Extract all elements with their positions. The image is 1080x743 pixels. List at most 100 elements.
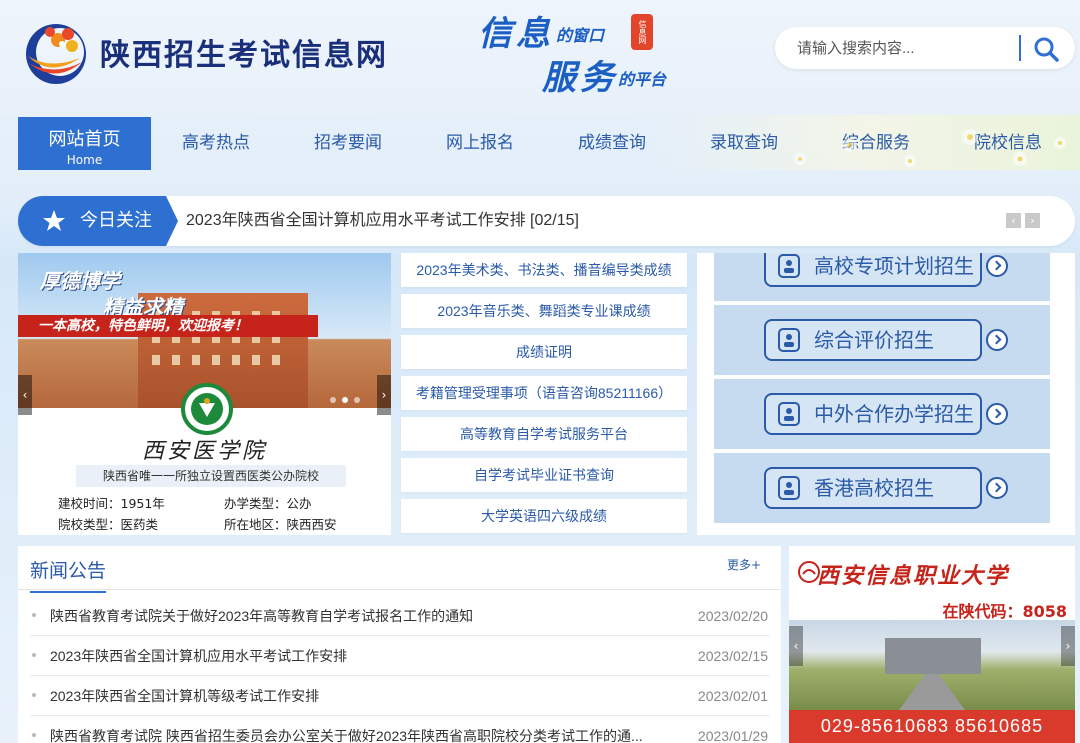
nav-home-sub: Home	[66, 153, 103, 167]
admission-pill: 香港高校招生	[764, 467, 982, 509]
news-headline[interactable]: 2023年陕西省全国计算机应用水平考试工作安排	[50, 636, 650, 676]
slogan-line2-big: 服务	[542, 58, 618, 98]
special-admissions-panel: 高校专项计划招生 综合评价招生 中外合作办学招生 香港高校招生	[697, 253, 1075, 535]
news-row[interactable]: 陕西省教育考试院 陕西省招生委员会办公室关于做好2023年陕西省高职院校分类考试…	[30, 716, 770, 743]
nav-item-admission[interactable]: 录取查询	[688, 115, 800, 170]
chevron-right-icon	[986, 477, 1008, 499]
search-icon[interactable]	[1033, 36, 1059, 62]
news-date: 2023/02/15	[697, 648, 768, 664]
main-nav: 网站首页 Home 高考热点 招考要闻 网上报名 成绩查询 录取查询 综合服务 …	[0, 115, 1080, 170]
school-type: 院校类型：医药类	[58, 517, 159, 532]
news-row[interactable]: 陕西省教育考试院关于做好2023年高等教育自学考试报名工作的通知 2023/02…	[30, 596, 770, 636]
slogan-stamp: 信息网	[631, 14, 653, 50]
quick-link-item[interactable]: 2023年美术类、书法类、播音编导类成绩	[401, 253, 687, 287]
news-date: 2023/02/20	[697, 608, 768, 624]
document-icon	[778, 476, 800, 500]
ticker-label: 今日关注	[18, 196, 178, 246]
ad-next-button[interactable]: ›	[1061, 626, 1075, 666]
news-headline[interactable]: 陕西省教育考试院 陕西省招生委员会办公室关于做好2023年陕西省高职院校分类考试…	[50, 716, 650, 743]
news-date: 2023/01/29	[697, 728, 768, 743]
admission-label: 高校专项计划招生	[814, 254, 974, 278]
admission-label: 综合评价招生	[814, 328, 934, 352]
document-icon	[778, 402, 800, 426]
carousel-dot-active[interactable]	[342, 397, 348, 403]
bullet-icon	[32, 653, 36, 657]
admission-pill: 综合评价招生	[764, 319, 982, 361]
news-row[interactable]: 2023年陕西省全国计算机应用水平考试工作安排 2023/02/15	[30, 636, 770, 676]
slogan-line1-big: 信息	[478, 14, 554, 54]
nav-item-services[interactable]: 综合服务	[820, 115, 932, 170]
document-icon	[778, 328, 800, 352]
nav-item-colleges[interactable]: 院校信息	[952, 115, 1064, 170]
slogan-line2-small: 的平台	[618, 70, 667, 89]
chevron-right-icon	[986, 255, 1008, 277]
nav-item-registration[interactable]: 网上报名	[424, 115, 536, 170]
news-headline[interactable]: 陕西省教育考试院关于做好2023年高等教育自学考试报名工作的通知	[50, 596, 650, 636]
carousel-dot[interactable]	[354, 397, 360, 403]
nav-home-label: 网站首页	[48, 129, 121, 150]
news-panel: 新闻公告 更多+ 陕西省教育考试院关于做好2023年高等教育自学考试报名工作的通…	[18, 546, 781, 743]
chevron-right-icon	[986, 329, 1008, 351]
quick-link-item[interactable]: 2023年音乐类、舞蹈类专业课成绩	[401, 294, 687, 328]
star-icon	[43, 210, 65, 231]
search-box	[775, 27, 1075, 69]
school-banner[interactable]: 厚德博学 精益求精 一本高校，特色鲜明，欢迎报考！ ‹ › 西安医学院 陕西省唯…	[18, 253, 391, 535]
nav-home[interactable]: 网站首页 Home	[18, 117, 151, 170]
quick-link-item[interactable]: 考籍管理受理事项（语音咨询85211166）	[401, 376, 687, 410]
school-run-type: 办学类型：公办	[224, 496, 312, 511]
news-date: 2023/02/01	[697, 688, 768, 704]
admission-card-comprehensive[interactable]: 综合评价招生	[714, 305, 1050, 375]
ad-phone: 029-85610683 85610685	[789, 710, 1075, 743]
banner-slogan-3: 一本高校，特色鲜明，欢迎报考！	[18, 315, 318, 337]
school-location: 所在地区：陕西西安	[224, 517, 337, 532]
bullet-icon	[32, 613, 36, 617]
admission-card-hongkong[interactable]: 香港高校招生	[714, 453, 1050, 523]
school-emblem-icon	[181, 383, 233, 435]
school-tagline: 陕西省唯一一所独立设置西医类公办院校	[76, 465, 346, 487]
admission-card-sino-foreign[interactable]: 中外合作办学招生	[714, 379, 1050, 449]
nav-item-news[interactable]: 招考要闻	[292, 115, 404, 170]
quick-link-item[interactable]: 成绩证明	[401, 335, 687, 369]
news-divider	[18, 589, 781, 590]
news-headline[interactable]: 2023年陕西省全国计算机等级考试工作安排	[50, 676, 650, 716]
nav-item-gaokao[interactable]: 高考热点	[160, 115, 272, 170]
slogan-line1-small: 的窗口	[556, 26, 605, 45]
quick-link-item[interactable]: 自学考试毕业证书查询	[401, 458, 687, 492]
school-founded: 建校时间：1951年	[58, 496, 165, 511]
quick-link-item[interactable]: 高等教育自学考试服务平台	[401, 417, 687, 451]
ticker-headline[interactable]: 2023年陕西省全国计算机应用水平考试工作安排 [02/15]	[186, 196, 579, 246]
campus-gate-image	[885, 638, 981, 674]
site-logo-icon[interactable]	[20, 14, 92, 86]
admission-pill: 高校专项计划招生	[764, 253, 982, 287]
banner-slogan-1: 厚德博学	[40, 269, 120, 293]
campus-photo	[789, 620, 1075, 710]
banner-next-button[interactable]: ›	[377, 375, 391, 415]
news-more-link[interactable]: 更多+	[727, 556, 761, 573]
news-row[interactable]: 2023年陕西省全国计算机等级考试工作安排 2023/02/01	[30, 676, 770, 716]
search-divider	[1019, 35, 1021, 61]
chevron-right-icon	[986, 403, 1008, 425]
ticker-label-text: 今日关注	[80, 210, 152, 231]
admission-label: 香港高校招生	[814, 476, 934, 500]
ticker-prev-button[interactable]: ‹	[1006, 213, 1021, 228]
nav-item-scores[interactable]: 成绩查询	[556, 115, 668, 170]
slogan: 信息 的窗口 信息网 服务 的平台	[470, 6, 690, 98]
document-icon	[778, 254, 800, 278]
admission-card-special-plan[interactable]: 高校专项计划招生	[714, 253, 1050, 301]
ad-university-name: 西安信息职业大学	[817, 563, 1010, 589]
ad-enrollment-code: 在陕代码：8058	[942, 602, 1067, 621]
today-focus-ticker: 今日关注 2023年陕西省全国计算机应用水平考试工作安排 [02/15] ‹ ›	[18, 196, 1075, 246]
search-input[interactable]	[797, 37, 1017, 59]
quick-link-item[interactable]: 大学英语四六级成绩	[401, 499, 687, 533]
site-title: 陕西招生考试信息网	[100, 38, 388, 73]
university-ad[interactable]: 西安信息职业大学 在陕代码：8058 ‹ › 029-85610683 8561…	[789, 546, 1075, 743]
admission-pill: 中外合作办学招生	[764, 393, 982, 435]
campus-road-image	[899, 674, 965, 710]
site-header: 陕西招生考试信息网 信息 的窗口 信息网 服务 的平台	[0, 0, 1080, 115]
banner-prev-button[interactable]: ‹	[18, 375, 32, 415]
carousel-dot[interactable]	[330, 397, 336, 403]
bullet-icon	[32, 693, 36, 697]
admission-label: 中外合作办学招生	[814, 402, 974, 426]
ticker-next-button[interactable]: ›	[1025, 213, 1040, 228]
ad-prev-button[interactable]: ‹	[789, 626, 803, 666]
